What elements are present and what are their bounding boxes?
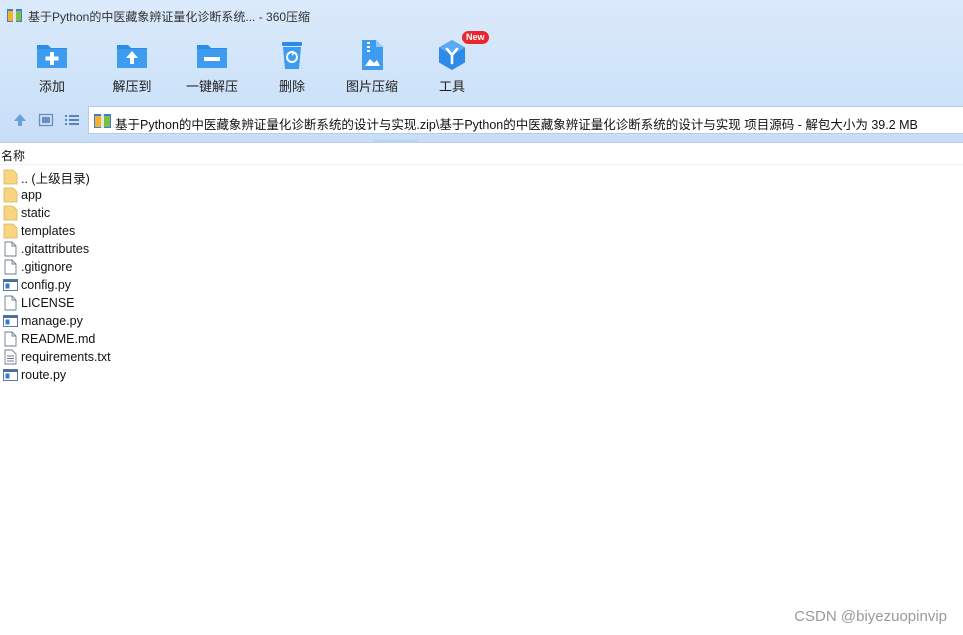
extract-to-icon [117,45,147,68]
tools-label: 工具 [438,79,465,94]
extract-to-button[interactable]: 解压到 [92,34,172,96]
list-item[interactable]: LICENSE [3,294,303,312]
one-click-extract-label: 一键解压 [185,79,238,94]
image-compress-button[interactable]: 图片压缩 [332,34,412,96]
list-item[interactable]: .. (上级目录) [3,168,303,186]
title-bar: 基于Python的中医藏象辨证量化诊断系统... - 360压缩 [0,0,963,30]
list-item-name: README.md [21,332,96,346]
python-file-icon [3,279,18,291]
file-list: 名称 .. (上级目录) app static templates .gitattrib… [0,144,963,635]
list-item[interactable]: templates [3,222,303,240]
list-item-name: manage.py [21,314,83,328]
list-item-name: .gitignore [21,260,73,274]
address-bar[interactable]: 基于Python的中医藏象辨证量化诊断系统的设计与实现.zip\基于Python… [88,106,963,134]
python-file-icon [3,315,18,327]
add-label: 添加 [38,79,65,94]
list-item[interactable]: config.py [3,276,303,294]
folder-icon [3,169,18,185]
window-title: 基于Python的中医藏象辨证量化诊断系统... - 360压缩 [28,10,311,24]
list-item-name: templates [21,224,76,238]
list-item[interactable]: .gitignore [3,258,303,276]
list-item-name: app [21,188,42,202]
image-compress-icon [362,40,383,70]
list-item-name: route.py [21,368,67,382]
list-item-name: requirements.txt [21,350,111,364]
recycle-bin-icon [282,42,302,69]
archive-app-icon [7,9,22,22]
folder-icon [3,187,18,203]
python-file-icon [3,369,18,381]
add-icon [37,45,67,68]
list-item-name: static [21,206,51,220]
navigation-bar: 基于Python的中医藏象辨证量化诊断系统的设计与实现.zip\基于Python… [0,106,963,134]
list-item-name: config.py [21,278,72,292]
one-click-extract-button[interactable]: 一键解压 [172,34,252,96]
list-item-name: .. (上级目录) [21,171,90,186]
header-scroll-indicator [374,140,418,143]
file-icon [4,259,17,275]
list-item[interactable]: requirements.txt [3,348,303,366]
up-arrow-icon[interactable] [12,112,28,128]
toolbar: 添加 解压到 一键解压 删除 图片压缩 New 工具 [0,31,963,96]
add-button[interactable]: 添加 [12,34,92,96]
folder-icon [3,223,18,239]
text-file-icon [4,349,17,365]
list-item[interactable]: route.py [3,366,303,384]
column-header-name[interactable]: 名称 [1,147,25,164]
folder-icon [3,205,18,221]
watermark: CSDN @biyezuopinvip [794,608,947,625]
list-item[interactable]: manage.py [3,312,303,330]
list-item-name: LICENSE [21,296,75,310]
list-item-name: .gitattributes [21,242,90,256]
list-item[interactable]: README.md [3,330,303,348]
image-compress-label: 图片压缩 [345,79,398,94]
list-item[interactable]: static [3,204,303,222]
file-icon [4,331,17,347]
tools-button[interactable]: New 工具 [412,31,492,96]
list-view-icon[interactable] [64,112,80,128]
thumbnail-view-icon[interactable] [38,112,54,128]
file-icon [4,295,17,311]
address-path: 基于Python的中医藏象辨证量化诊断系统的设计与实现.zip\基于Python… [115,118,918,132]
file-rows: .. (上级目录) app static templates .gitattribute… [3,168,303,384]
file-icon [4,241,17,257]
tools-icon [439,40,465,70]
one-click-extract-icon [197,45,227,68]
header-divider [0,164,963,165]
delete-label: 删除 [278,79,305,94]
archive-icon [94,114,111,128]
list-item[interactable]: app [3,186,303,204]
app-window: 基于Python的中医藏象辨证量化诊断系统... - 360压缩 添加 解压到 … [0,0,963,635]
delete-button[interactable]: 删除 [252,34,332,96]
extract-to-label: 解压到 [112,79,152,94]
new-badge: New [462,31,489,44]
top-chrome: 基于Python的中医藏象辨证量化诊断系统... - 360压缩 添加 解压到 … [0,0,963,143]
list-item[interactable]: .gitattributes [3,240,303,258]
